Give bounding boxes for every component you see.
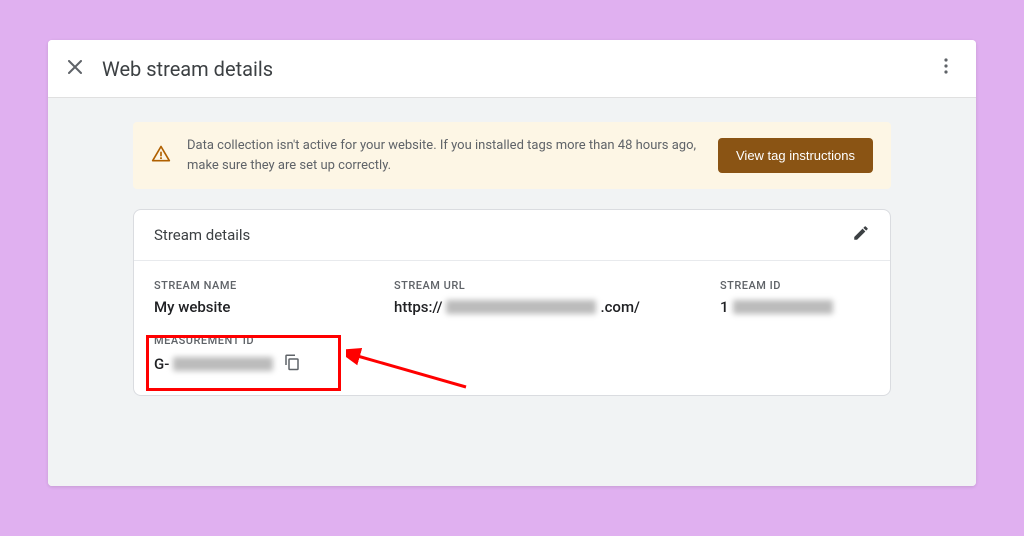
card-body: STREAM NAME My website STREAM URL https:… bbox=[134, 261, 890, 395]
data-collection-alert: Data collection isn't active for your we… bbox=[133, 122, 891, 189]
page-title: Web stream details bbox=[102, 57, 936, 81]
measurement-id-field: MEASUREMENT ID G- bbox=[154, 334, 301, 375]
stream-url-prefix: https:// bbox=[394, 298, 442, 316]
stream-url-value: https:// .com/ bbox=[394, 298, 680, 316]
card-header: Stream details bbox=[134, 210, 890, 261]
stream-id-prefix: 1 bbox=[720, 298, 729, 316]
redacted-text bbox=[173, 357, 273, 371]
alert-message: Data collection isn't active for your we… bbox=[187, 136, 702, 175]
stream-name-label: STREAM NAME bbox=[154, 279, 354, 292]
card-title: Stream details bbox=[154, 226, 852, 244]
annotation-arrow-icon bbox=[346, 345, 476, 395]
panel-body: Data collection isn't active for your we… bbox=[48, 98, 976, 486]
redacted-text bbox=[446, 300, 596, 314]
web-stream-details-panel: Web stream details Data collection isn't… bbox=[48, 40, 976, 486]
close-icon[interactable] bbox=[68, 59, 82, 78]
stream-url-suffix: .com/ bbox=[600, 298, 639, 316]
measurement-id-prefix: G- bbox=[154, 355, 169, 373]
redacted-text bbox=[733, 300, 833, 314]
stream-id-field: STREAM ID 1 bbox=[720, 279, 870, 316]
edit-icon[interactable] bbox=[852, 224, 870, 246]
view-tag-instructions-button[interactable]: View tag instructions bbox=[718, 138, 873, 173]
stream-id-label: STREAM ID bbox=[720, 279, 870, 292]
more-options-icon[interactable] bbox=[936, 54, 956, 83]
stream-name-value: My website bbox=[154, 298, 354, 316]
stream-url-field: STREAM URL https:// .com/ bbox=[394, 279, 680, 316]
stream-url-label: STREAM URL bbox=[394, 279, 680, 292]
measurement-id-value: G- bbox=[154, 355, 273, 373]
warning-icon bbox=[151, 144, 171, 168]
copy-icon[interactable] bbox=[283, 353, 301, 375]
stream-details-card: Stream details STREAM NAME My website ST… bbox=[133, 209, 891, 396]
stream-name-field: STREAM NAME My website bbox=[154, 279, 354, 316]
measurement-id-label: MEASUREMENT ID bbox=[154, 334, 301, 347]
titlebar: Web stream details bbox=[48, 40, 976, 98]
stream-id-value: 1 bbox=[720, 298, 870, 316]
